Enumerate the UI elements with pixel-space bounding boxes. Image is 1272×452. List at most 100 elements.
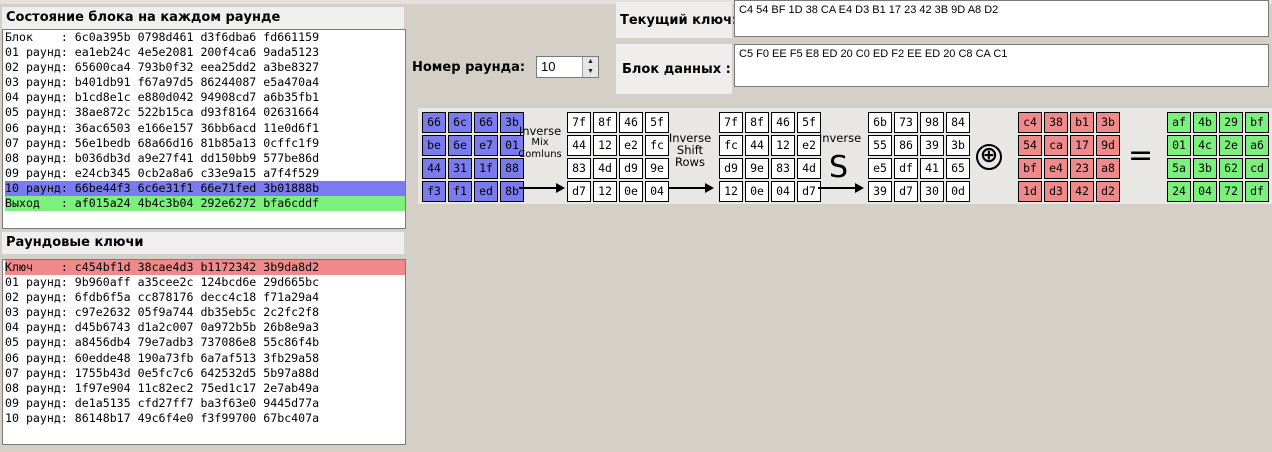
list-item[interactable]: 03 раунд: b401db91 f67a97d5 86244087 e5a…	[5, 75, 405, 90]
list-item[interactable]: 10 раунд: 66be44f3 6c6e31f1 66e71fed 3b0…	[5, 180, 405, 197]
inv-sub-label: Inverse	[817, 132, 863, 144]
matrix-cell: 0d	[946, 181, 970, 202]
matrix-cell: 4d	[593, 158, 617, 179]
list-item[interactable]: Выход : af015a24 4b4c3b04 292e6272 bfa6c…	[5, 196, 405, 212]
matrix-cell: df	[894, 158, 918, 179]
matrix-cell: 30	[920, 181, 944, 202]
matrix-cell: be	[422, 135, 446, 156]
current-key-field[interactable]: C4 54 BF 1D 38 CA E4 D3 B1 17 23 42 3B 9…	[734, 0, 1269, 37]
matrix-cell: 4d	[797, 158, 821, 179]
spin-buttons[interactable]: ▲ ▼	[582, 57, 598, 77]
matrix-cell: 3b	[946, 135, 970, 156]
state-panel-title: Состояние блока на каждом раунде	[2, 7, 404, 29]
matrix-cell: 3b	[1096, 112, 1120, 133]
matrix-cell: a8	[1096, 158, 1120, 179]
arrow-sub-icon	[818, 183, 864, 193]
matrix-cell: 04	[771, 181, 795, 202]
after-mix-matrix: 7f 8f 46 5f 44 12 e2 fc 83 4d d9 9e d7 12 0e 04	[567, 112, 669, 202]
matrix-cell: 86	[894, 135, 918, 156]
matrix-cell: 2e	[1219, 135, 1243, 156]
list-item[interactable]: 05 раунд: 38ae872c 522b15ca d93f8164 026…	[5, 105, 405, 120]
matrix-cell: af	[1167, 112, 1191, 133]
matrix-cell: d7	[894, 181, 918, 202]
data-block-field[interactable]: C5 F0 EE F5 E8 ED 20 C0 ED F2 EE ED 20 C…	[734, 44, 1269, 87]
list-item[interactable]: 02 раунд: 65600ca4 793b0f32 eea25dd2 a3b…	[5, 60, 405, 75]
matrix-cell: e5	[868, 158, 892, 179]
matrix-cell: e7	[474, 135, 498, 156]
list-item[interactable]: 01 раунд: ea1eb24c 4e5e2081 200f4ca6 9ad…	[5, 45, 405, 60]
keys-listbox[interactable]: Ключ : c454bf1d 38cae4d3 b1172342 3b9da8…	[2, 259, 406, 445]
list-item[interactable]: 07 раунд: 56e1bedb 68a66d16 81b85a13 0cf…	[5, 136, 405, 151]
arrow-mix-icon	[519, 183, 565, 193]
round-label: Номер раунда:	[412, 60, 526, 75]
list-item[interactable]: 08 раунд: b036db3d a9e27f41 dd150bb9 577…	[5, 151, 405, 166]
matrix-cell: 39	[868, 181, 892, 202]
matrix-cell: 54	[1018, 135, 1042, 156]
list-item[interactable]: 07 раунд: 1755b43d 0e5fc7c6 642532d5 5b9…	[5, 366, 405, 381]
matrix-cell: fc	[719, 135, 743, 156]
matrix-cell: d7	[797, 181, 821, 202]
matrix-cell: 83	[771, 158, 795, 179]
matrix-cell: b1	[1070, 112, 1094, 133]
inv-shift-label: Inverse Shift Rows	[665, 132, 715, 168]
inv-mix-line2: Mix	[531, 137, 549, 148]
matrix-cell: 04	[1193, 181, 1217, 202]
list-item[interactable]: 09 раунд: e24cb345 0cb2a8a6 c33e9a15 a7f…	[5, 166, 405, 181]
list-item[interactable]: 04 раунд: b1cd8e1c e880d042 94908cd7 a6b…	[5, 90, 405, 105]
equals-icon: =	[1128, 138, 1154, 173]
state-listbox[interactable]: Блок : 6c0a395b 0798d461 d3f6dba6 fd6611…	[2, 29, 406, 229]
matrix-cell: 98	[920, 112, 944, 133]
matrix-cell: 39	[920, 135, 944, 156]
matrix-cell: ed	[474, 181, 498, 202]
matrix-cell: 55	[868, 135, 892, 156]
matrix-cell: 65	[946, 158, 970, 179]
matrix-cell: d3	[1044, 181, 1068, 202]
matrix-cell: 23	[1070, 158, 1094, 179]
list-item[interactable]: 02 раунд: 6fdb6f5a cc878176 decc4c18 f71…	[5, 290, 405, 305]
matrix-cell: ca	[1044, 135, 1068, 156]
list-item[interactable]: Блок : 6c0a395b 0798d461 d3f6dba6 fd6611…	[5, 30, 405, 45]
matrix-cell: 7f	[719, 112, 743, 133]
matrix-cell: 12	[593, 135, 617, 156]
xor-icon: ⊕	[976, 144, 1002, 170]
list-item[interactable]: 06 раунд: 60edde48 190a73fb 6a7af513 3fb…	[5, 351, 405, 366]
list-item[interactable]: 06 раунд: 36ac6503 e166e157 36bb6acd 11e…	[5, 121, 405, 136]
matrix-cell: 66	[422, 112, 446, 133]
matrix-cell: 6c	[448, 112, 472, 133]
matrix-cell: 31	[448, 158, 472, 179]
matrix-cell: 8f	[745, 112, 769, 133]
list-item[interactable]: 01 раунд: 9b960aff a35cee2c 124bcd6e 29d…	[5, 275, 405, 290]
matrix-cell: 46	[771, 112, 795, 133]
list-item[interactable]: Ключ : c454bf1d 38cae4d3 b1172342 3b9da8…	[5, 260, 405, 276]
after-sub-matrix: 6b 73 98 84 55 86 39 3b e5 df 41 65 39 d7 30 0d	[868, 112, 970, 202]
list-item[interactable]: 03 раунд: c97e2632 05f9a744 db35eb5c 2c2…	[5, 305, 405, 320]
list-item[interactable]: 10 раунд: 86148b17 49c6f4e0 f3f99700 67b…	[5, 411, 405, 426]
inv-mix-line3: Comluns	[518, 149, 562, 160]
list-item[interactable]: 08 раунд: 1f97e904 11c82ec2 75ed1c17 2e7…	[5, 381, 405, 396]
list-item[interactable]: 04 раунд: d45b6743 d1a2c007 0a972b5b 26b…	[5, 320, 405, 335]
matrix-cell: 44	[745, 135, 769, 156]
matrix-cell: 12	[771, 135, 795, 156]
matrix-cell: 8b	[500, 181, 524, 202]
round-value[interactable]: 10	[541, 59, 555, 74]
spin-up-icon[interactable]: ▲	[583, 57, 598, 67]
matrix-cell: e4	[1044, 158, 1068, 179]
matrix-cell: 5f	[797, 112, 821, 133]
matrix-cell: 5a	[1167, 158, 1191, 179]
round-spinner[interactable]: 10 ▲ ▼	[536, 56, 599, 78]
input-matrix: 66 6c 66 3b be 6e e7 01 44 31 1f 88 f3 f1 ed 8b	[422, 112, 524, 202]
list-item[interactable]: 09 раунд: de1a5135 cfd27ff7 ba3f63e0 944…	[5, 396, 405, 411]
spin-down-icon[interactable]: ▼	[583, 67, 598, 77]
matrix-cell: 24	[1167, 181, 1191, 202]
matrix-cell: 88	[500, 158, 524, 179]
matrix-cell: 38	[1044, 112, 1068, 133]
list-item[interactable]: 05 раунд: a8456db4 79e7adb3 737086e8 55c…	[5, 335, 405, 350]
matrix-cell: 7f	[567, 112, 591, 133]
after-shift-matrix: 7f 8f 46 5f fc 44 12 e2 d9 9e 83 4d 12 0e 04 d7	[719, 112, 821, 202]
matrix-cell: 84	[946, 112, 970, 133]
inv-mix-label: Inverse Mix Comluns	[515, 125, 565, 161]
matrix-cell: 46	[619, 112, 643, 133]
matrix-cell: 29	[1219, 112, 1243, 133]
matrix-cell: 12	[593, 181, 617, 202]
matrix-cell: 0e	[745, 181, 769, 202]
